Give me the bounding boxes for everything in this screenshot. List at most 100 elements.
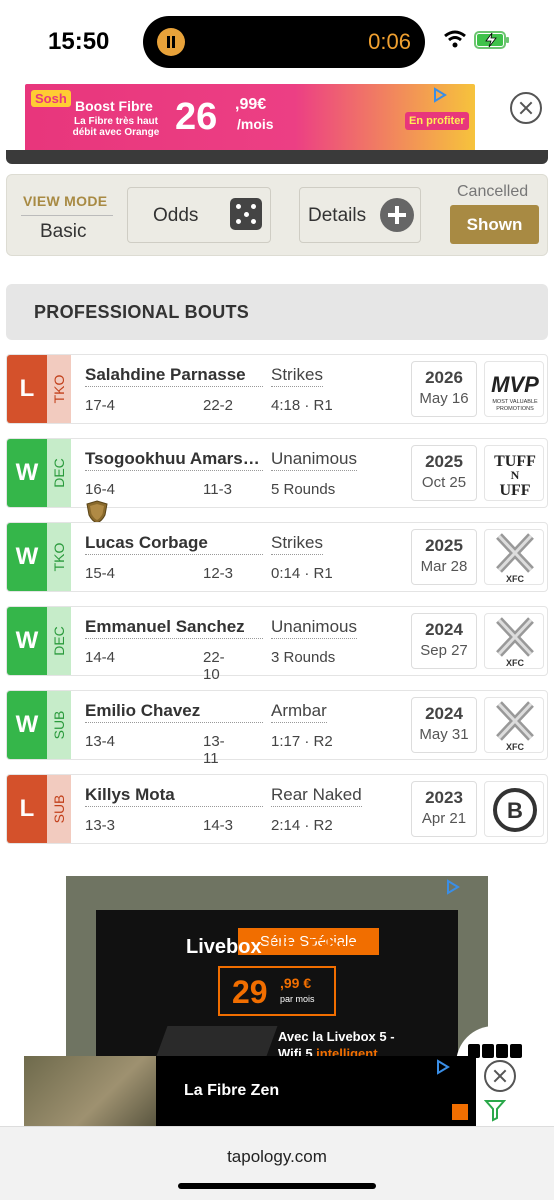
plus-icon — [380, 198, 414, 232]
dice-icon — [230, 198, 262, 230]
event-date[interactable]: 2025 Oct 25 — [411, 445, 477, 501]
dynamic-island[interactable]: 0:06 — [143, 16, 425, 68]
svg-text:B: B — [507, 798, 523, 823]
method-link[interactable]: Strikes — [271, 533, 323, 555]
event-month-day: Sep 27 — [420, 642, 468, 659]
promotion-logo[interactable]: XFC — [484, 529, 544, 585]
ad-photo — [24, 1056, 156, 1126]
event-date[interactable]: 2026 May 16 — [411, 361, 477, 417]
view-mode-divider — [21, 215, 113, 216]
bottom-sticky-ad[interactable]: La Fibre Zen — [24, 1056, 476, 1126]
promotion-logo[interactable]: B — [484, 781, 544, 837]
opponent-link[interactable]: Emilio Chavez — [85, 701, 263, 723]
event-date[interactable]: 2024 Sep 27 — [411, 613, 477, 669]
event-year: 2024 — [425, 620, 463, 639]
event-date[interactable]: 2025 Mar 28 — [411, 529, 477, 585]
ad-price-per: /mois — [237, 116, 274, 132]
svg-text:XFC: XFC — [506, 574, 525, 584]
middle-banner-ad[interactable]: Série Spéciale Livebox Lite Fibre 29 ,99… — [66, 876, 488, 1056]
cancelled-shown-button[interactable]: Shown — [450, 205, 539, 244]
orange-logo-icon — [452, 1104, 468, 1120]
details-toggle-button[interactable]: Details — [299, 187, 421, 243]
section-title: PROFESSIONAL BOUTS — [34, 302, 250, 322]
opponent-record: 11-3 — [203, 481, 232, 498]
top-banner-ad[interactable]: Sosh Boost Fibre La Fibre très haut débi… — [25, 84, 475, 154]
method-link[interactable]: Unanimous — [271, 617, 357, 639]
method-code-strip: TKO — [47, 355, 71, 423]
livebox-device-image — [156, 1026, 278, 1056]
ad-choices-icon[interactable] — [434, 1058, 452, 1076]
method-link[interactable]: Strikes — [271, 365, 323, 387]
promotion-logo[interactable]: XFC — [484, 697, 544, 753]
method-code-strip: TKO — [47, 523, 71, 591]
feedback-icon[interactable] — [484, 1098, 506, 1122]
opponent-link[interactable]: Emmanuel Sanchez — [85, 617, 263, 639]
ad-mid-cents: ,99 € — [280, 975, 312, 991]
browser-url-bar[interactable]: tapology.com — [0, 1126, 554, 1200]
bout-row[interactable]: W SUB Emilio Chavez 13-4 13-11 Armbar 1:… — [6, 690, 548, 767]
method-link[interactable]: Unanimous — [271, 449, 357, 471]
ad-price: 26 — [175, 96, 218, 138]
method-detail: 5 Rounds — [271, 481, 336, 498]
promotion-logo[interactable]: TUFF N UFF — [484, 445, 544, 501]
svg-text:UFF: UFF — [499, 482, 530, 499]
view-mode-value[interactable]: Basic — [40, 221, 86, 243]
header-bar-edge — [6, 150, 548, 164]
method-code: SUB — [51, 794, 67, 824]
event-date[interactable]: 2024 May 31 — [411, 697, 477, 753]
cancelled-label: Cancelled — [457, 183, 529, 200]
method-link[interactable]: Rear Naked — [271, 785, 362, 807]
promotion-logo[interactable]: MVP MOST VALUABLE PROMOTIONS — [484, 361, 544, 417]
method-detail: 4:18 · R1 — [271, 397, 333, 414]
opponent-link[interactable]: Killys Mota — [85, 785, 263, 807]
island-timer: 0:06 — [368, 29, 411, 54]
event-month-day: May 16 — [419, 390, 469, 407]
bout-row[interactable]: L TKO Salahdine Parnasse 17-4 22-2 Strik… — [6, 354, 548, 424]
status-bar: 15:50 0:06 — [0, 0, 554, 84]
ad-price-box: 29 ,99 € par mois — [218, 966, 336, 1016]
wifi-icon — [444, 30, 466, 48]
xfc-logo-icon: XFC — [496, 617, 534, 668]
bout-row[interactable]: W TKO Lucas Corbage 15-4 12-3 Strikes 0:… — [6, 522, 548, 592]
opponent-link[interactable]: Salahdine Parnasse — [85, 365, 263, 387]
ad-bottom-text: La Fibre Zen — [184, 1082, 280, 1099]
opponent-record: 22-10 — [203, 649, 225, 683]
opponent-link[interactable]: Tsogookhuu Amarsanaa — [85, 449, 263, 471]
bout-row[interactable]: L SUB Killys Mota 13-3 14-3 Rear Naked 2… — [6, 774, 548, 844]
method-code: SUB — [51, 710, 67, 740]
opponent-link[interactable]: Lucas Corbage — [85, 533, 263, 555]
bout-row[interactable]: W DEC Tsogookhuu Amarsanaa 16-4 11-3 Una… — [6, 438, 548, 508]
event-year: 2025 — [425, 536, 463, 555]
fighter-record: 17-4 — [85, 397, 116, 414]
ad-mid-price: 29 — [232, 974, 268, 1010]
view-mode-panel: VIEW MODE Basic Odds Details Cancelled S… — [6, 174, 548, 256]
result-badge: L — [7, 775, 47, 843]
ad-choices-icon[interactable] — [431, 86, 449, 104]
method-code: TKO — [51, 374, 67, 404]
odds-toggle-button[interactable]: Odds — [127, 187, 271, 243]
xfc-logo-icon: XFC — [496, 701, 534, 752]
event-year: 2025 — [425, 452, 463, 471]
method-link[interactable]: Armbar — [271, 701, 327, 723]
bellator-logo-icon: B — [493, 788, 537, 832]
fighter-record: 15-4 — [85, 565, 116, 582]
promotion-logo[interactable]: XFC — [484, 613, 544, 669]
svg-text:MVP: MVP — [491, 372, 539, 397]
title-fight-shield-icon — [86, 500, 108, 524]
method-code: DEC — [51, 458, 67, 488]
home-indicator[interactable] — [178, 1183, 376, 1189]
svg-text:XFC: XFC — [506, 742, 525, 752]
event-date[interactable]: 2023 Apr 21 — [411, 781, 477, 837]
opponent-record: 14-3 — [203, 817, 234, 834]
close-ad-button[interactable] — [510, 92, 542, 124]
url-text[interactable]: tapology.com — [0, 1147, 554, 1167]
result-badge: W — [7, 439, 47, 507]
pause-icon[interactable] — [157, 28, 185, 56]
close-sticky-ad-button[interactable] — [484, 1060, 516, 1092]
ad-choices-icon[interactable] — [444, 878, 462, 896]
details-label: Details — [308, 205, 367, 226]
ad-cta-button[interactable]: En profiter — [405, 112, 469, 130]
svg-text:N: N — [511, 468, 520, 482]
ad-mid-sub: Avec la Livebox 5 - Wifi 5 intelligent — [278, 1029, 395, 1056]
bout-row[interactable]: W DEC Emmanuel Sanchez 14-4 22-10 Unanim… — [6, 606, 548, 683]
